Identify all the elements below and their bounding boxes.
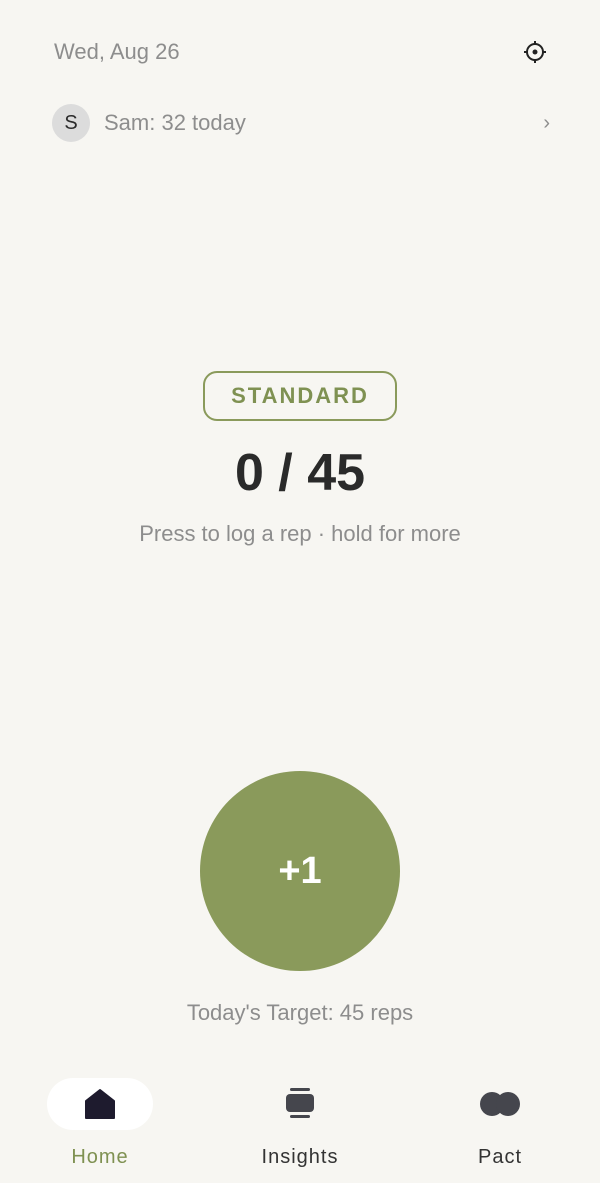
log-rep-button[interactable]: +1 <box>200 771 400 971</box>
partner-status-row[interactable]: S Sam: 32 today › <box>52 104 550 142</box>
rep-counter: 0 / 45 <box>234 444 366 502</box>
hint-text: Press to log a rep · hold for more <box>139 521 461 546</box>
top-bar: Wed, Aug 26 <box>54 34 550 70</box>
date-label: Wed, Aug 26 <box>54 39 180 64</box>
home-icon <box>85 1089 115 1119</box>
settings-button[interactable] <box>520 37 550 67</box>
chevron-right-icon: › <box>543 111 550 134</box>
mode-badge[interactable]: STANDARD <box>203 371 397 421</box>
nav-pill-home <box>47 1078 153 1130</box>
session-block: STANDARD 0 / 45 Press to log a rep · hol… <box>0 371 600 547</box>
insights-icon <box>286 1088 314 1118</box>
nav-label-home: Home <box>71 1146 129 1168</box>
nav-item-pact[interactable]: Pact <box>400 1060 600 1183</box>
daily-target-text: Today's Target: 45 reps <box>186 1000 414 1025</box>
nav-item-insights[interactable]: Insights <box>200 1060 400 1183</box>
nav-item-home[interactable]: Home <box>0 1060 200 1183</box>
nav-pill-insights <box>247 1078 353 1130</box>
settings-icon <box>524 41 546 63</box>
nav-label-pact: Pact <box>477 1146 523 1168</box>
avatar: S <box>52 104 90 142</box>
nav-pill-pact <box>447 1078 553 1130</box>
partner-status-text: Sam: 32 today <box>104 110 246 135</box>
bottom-nav: Home Insights Pact <box>0 1060 600 1183</box>
nav-label-insights: Insights <box>261 1146 339 1168</box>
pact-icon <box>480 1092 520 1116</box>
